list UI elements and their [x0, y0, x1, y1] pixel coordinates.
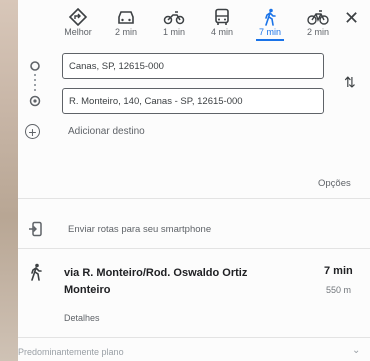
add-destination-button[interactable]: Adicionar destino — [68, 126, 145, 137]
mode-bike[interactable]: 2 min — [298, 8, 338, 37]
mode-label: 4 min — [210, 27, 233, 37]
divider — [18, 248, 370, 249]
divider — [18, 337, 370, 338]
mode-label: 7 min — [258, 27, 281, 37]
mode-label: Melhor — [64, 27, 92, 37]
mode-car[interactable]: 2 min — [106, 8, 146, 37]
route-distance: 550 m — [326, 285, 352, 295]
swap-icon[interactable]: ⇅ — [344, 74, 356, 91]
send-to-phone-icon — [29, 221, 42, 237]
car-icon — [118, 11, 134, 24]
route-title[interactable]: via R. Monteiro/Rod. Oswaldo Ortiz Monte… — [64, 265, 264, 299]
mode-label: 2 min — [306, 27, 329, 37]
chevron-down-icon[interactable]: ⌄ — [352, 345, 360, 356]
bus-icon — [215, 8, 229, 25]
mode-transit[interactable]: 4 min — [202, 8, 242, 37]
options-button[interactable]: Opções — [318, 178, 351, 189]
origin-circle-icon — [30, 61, 40, 71]
mode-moto[interactable]: 1 min — [154, 8, 194, 37]
destination-input[interactable]: R. Monteiro, 140, Canas - SP, 12615-000 — [62, 88, 324, 114]
add-destination-icon[interactable]: + — [25, 124, 40, 139]
mode-walk[interactable]: 7 min — [250, 8, 290, 41]
mode-best[interactable]: Melhor — [58, 8, 98, 37]
walk-route-icon — [31, 263, 42, 281]
route-time: 7 min — [324, 265, 353, 277]
diamond-directions-icon — [68, 8, 88, 26]
motorcycle-icon — [163, 11, 185, 25]
walk-icon — [265, 8, 276, 26]
origin-input[interactable]: Canas, SP, 12615-000 — [62, 53, 324, 79]
travel-mode-bar: Melhor 2 min 1 min 4 min 7 min 2 min — [58, 8, 348, 42]
mode-label: 2 min — [114, 27, 137, 37]
mode-label: 1 min — [162, 27, 185, 37]
details-link[interactable]: Detalhes — [64, 313, 100, 323]
divider — [18, 198, 370, 199]
send-to-phone-button[interactable]: Enviar rotas para seu smartphone — [68, 224, 211, 235]
directions-panel: Melhor 2 min 1 min 4 min 7 min 2 min ✕ C… — [18, 0, 370, 361]
bicycle-icon — [307, 10, 329, 25]
destination-pin-icon — [29, 95, 41, 107]
close-icon[interactable]: ✕ — [344, 8, 359, 29]
terrain-summary: Predominantemente plano — [18, 347, 124, 357]
route-connector-dots — [34, 74, 36, 94]
map-background-strip — [0, 0, 18, 361]
